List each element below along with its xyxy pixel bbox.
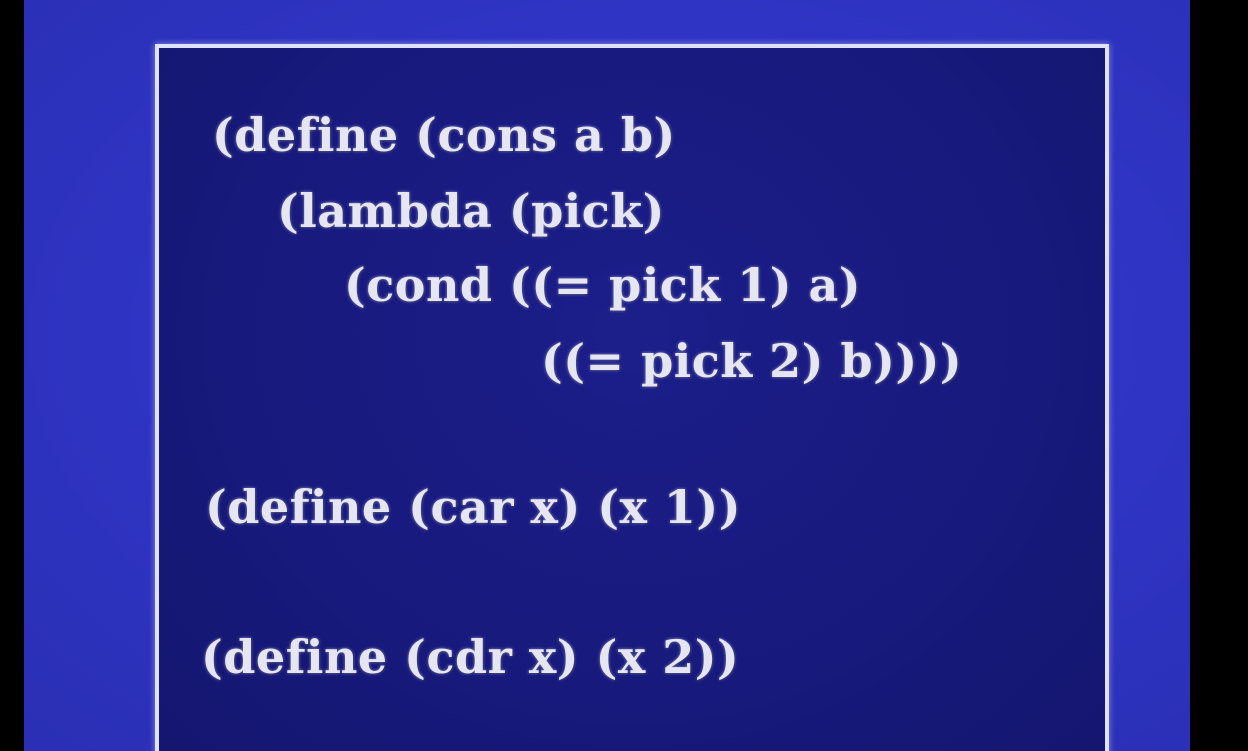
code-slide: (define (cons a b) (lambda (pick) (cond … <box>155 44 1109 751</box>
video-frame: (define (cons a b) (lambda (pick) (cond … <box>0 0 1248 751</box>
code-line-cond-second-clause: ((= pick 2) b)))) <box>541 334 963 388</box>
code-line-define-cons: (define (cons a b) <box>212 108 676 162</box>
code-line-cond-first-clause: (cond ((= pick 1) a) <box>344 258 862 312</box>
code-line-define-car: (define (car x) (x 1)) <box>205 480 741 534</box>
code-line-lambda: (lambda (pick) <box>277 184 665 238</box>
lecture-video-background: (define (cons a b) (lambda (pick) (cond … <box>24 0 1190 751</box>
code-line-define-cdr: (define (cdr x) (x 2)) <box>201 630 740 684</box>
